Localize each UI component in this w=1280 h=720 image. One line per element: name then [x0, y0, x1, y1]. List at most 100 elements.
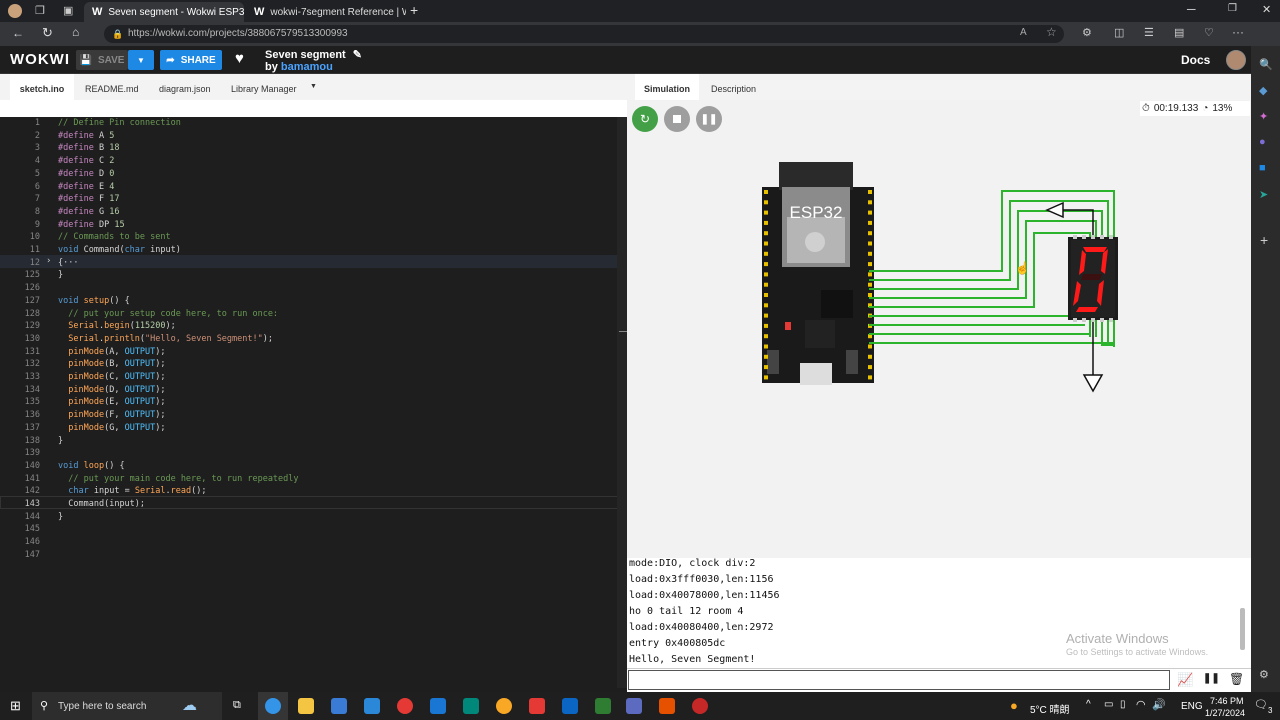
code-line[interactable]: 146 — [0, 536, 627, 549]
author-link[interactable]: bamamou — [281, 61, 333, 73]
extensions-icon[interactable]: ⚙ — [1082, 26, 1092, 39]
code-line[interactable]: 12 {··· — [0, 257, 627, 270]
display-pin[interactable] — [1109, 318, 1113, 322]
code-line[interactable]: 143 Command(input); — [0, 498, 627, 511]
back-icon[interactable]: ← — [12, 26, 24, 40]
code-line[interactable]: 135 pinMode(E, OUTPUT); — [0, 396, 627, 409]
header-pin[interactable] — [764, 251, 768, 256]
header-pin[interactable] — [764, 365, 768, 370]
header-pin[interactable] — [764, 323, 768, 328]
tab-sketch-ino[interactable]: sketch.ino — [10, 74, 74, 100]
simulation-canvas[interactable]: ↻ ❚❚ ⏱ 00:19.133 ◔ 13% ESP32 ☝ — [627, 100, 1251, 558]
collections-icon[interactable]: ▤ — [1174, 26, 1184, 39]
header-pin[interactable] — [764, 282, 768, 287]
code-line[interactable]: 7 #define F 17 — [0, 193, 627, 206]
header-pin[interactable] — [868, 375, 872, 380]
paint-icon[interactable] — [496, 698, 512, 714]
new-tab-icon[interactable]: + — [410, 2, 418, 18]
store-icon[interactable] — [331, 698, 347, 714]
code-line[interactable]: 138} — [0, 435, 627, 448]
display-pin[interactable] — [1091, 318, 1095, 322]
header-pin[interactable] — [868, 282, 872, 287]
code-line[interactable]: 139 — [0, 447, 627, 460]
shopping-icon[interactable]: ◆ — [1259, 84, 1267, 97]
header-pin[interactable] — [764, 210, 768, 215]
code-line[interactable]: 132 pinMode(B, OUTPUT); — [0, 358, 627, 371]
header-pin[interactable] — [868, 354, 872, 359]
code-line[interactable]: 145 — [0, 523, 627, 536]
browser-tab-reference[interactable]: W wokwi-7segment Reference | Wo ✕ — [246, 2, 406, 22]
header-pin[interactable] — [764, 262, 768, 267]
header-pin[interactable] — [764, 354, 768, 359]
save-dropdown-button[interactable]: ▼ — [128, 50, 154, 70]
header-pin[interactable] — [764, 220, 768, 225]
sidebar-settings-icon[interactable]: ⚙ — [1259, 668, 1269, 681]
user-avatar[interactable] — [1226, 50, 1246, 70]
code-line[interactable]: 6 #define E 4 — [0, 181, 627, 194]
tab-simulation[interactable]: Simulation — [635, 74, 699, 100]
code-line[interactable]: 130 Serial.println("Hello, Seven Segment… — [0, 333, 627, 346]
save-button[interactable]: 💾 SAVE — [76, 50, 128, 70]
tools-icon[interactable]: ✦ — [1259, 110, 1268, 123]
display-pin[interactable] — [1100, 318, 1104, 322]
url-field[interactable]: 🔒 https://wokwi.com/projects/38806757951… — [104, 25, 1064, 43]
code-line[interactable]: 137 pinMode(G, OUTPUT); — [0, 422, 627, 435]
serial-scrollbar[interactable] — [1240, 608, 1245, 650]
office-icon[interactable] — [659, 698, 675, 714]
header-pin[interactable] — [868, 262, 872, 267]
workspaces-icon[interactable]: ❐ — [35, 4, 45, 17]
header-pin[interactable] — [764, 334, 768, 339]
windows-start-icon[interactable]: ⊞ — [10, 698, 21, 714]
taskbar-search[interactable]: ⚲ Type here to search ☁ — [32, 692, 222, 720]
header-pin[interactable] — [764, 241, 768, 246]
mx-app-icon[interactable] — [626, 698, 642, 714]
code-line[interactable]: 144} — [0, 511, 627, 524]
minimize-icon[interactable]: ─ — [1187, 2, 1196, 16]
seven-segment-display[interactable] — [1068, 235, 1118, 322]
tray-chevron-icon[interactable]: ^ — [1086, 699, 1091, 710]
code-line[interactable]: 142 char input = Serial.read(); — [0, 485, 627, 498]
close-window-icon[interactable]: ✕ — [1262, 3, 1271, 16]
home-icon[interactable]: ⌂ — [72, 25, 79, 39]
more-icon[interactable]: ··· — [1232, 25, 1244, 39]
favorites-icon[interactable]: ☰ — [1144, 26, 1154, 39]
code-line[interactable]: 9 #define DP 15 — [0, 219, 627, 232]
code-line[interactable]: 126 — [0, 282, 627, 295]
header-pin[interactable] — [764, 272, 768, 277]
clock-date[interactable]: 1/27/2024 — [1205, 708, 1245, 718]
header-pin[interactable] — [764, 190, 768, 194]
volume-icon[interactable]: 🔊 — [1152, 698, 1166, 711]
header-pin[interactable] — [868, 272, 872, 277]
header-pin[interactable] — [764, 231, 768, 236]
code-line[interactable]: 133 pinMode(C, OUTPUT); — [0, 371, 627, 384]
favorite-star-icon[interactable]: ☆ — [1046, 25, 1057, 39]
code-editor[interactable]: › 1// Define Pin connection 2 #define A 53… — [0, 117, 627, 688]
tab-library-manager[interactable]: Library Manager — [231, 74, 297, 100]
tab-readme[interactable]: README.md — [85, 74, 139, 100]
header-pin[interactable] — [764, 313, 768, 318]
header-pin[interactable] — [868, 365, 872, 370]
browser-tab-wokwi-project[interactable]: W Seven segment - Wokwi ESP32, S ✕ — [84, 2, 244, 22]
display-pin[interactable] — [1091, 235, 1095, 239]
reload-icon[interactable]: ↻ — [42, 25, 53, 41]
esp32-board[interactable]: ESP32 — [762, 162, 874, 385]
maximize-icon[interactable]: ❐ — [1228, 3, 1237, 14]
heart-icon[interactable]: ♥ — [235, 50, 244, 67]
code-line[interactable]: 8 #define G 16 — [0, 206, 627, 219]
code-line[interactable]: 10 // Commands to be sent — [0, 231, 627, 244]
display-pin[interactable] — [1082, 318, 1086, 322]
tabs-menu-icon[interactable]: ▼ — [310, 83, 317, 90]
header-pin[interactable] — [868, 344, 872, 349]
code-line[interactable]: 140 void loop() { — [0, 460, 627, 473]
code-line[interactable]: 4 #define C 2 — [0, 155, 627, 168]
vscode-icon[interactable] — [430, 698, 446, 714]
header-pin[interactable] — [764, 293, 768, 297]
wokwi-logo[interactable]: WOKWI — [10, 51, 70, 68]
code-line[interactable]: 2 #define A 5 — [0, 130, 627, 143]
code-line[interactable]: 3 #define B 18 — [0, 142, 627, 155]
task-view-icon[interactable]: ⧉ — [233, 699, 241, 712]
add-sidebar-icon[interactable]: + — [1260, 232, 1268, 248]
header-pin[interactable] — [764, 375, 768, 380]
notification-icon[interactable]: 🗨 — [1254, 698, 1268, 711]
battery-icon[interactable]: ▯ — [1120, 699, 1126, 710]
